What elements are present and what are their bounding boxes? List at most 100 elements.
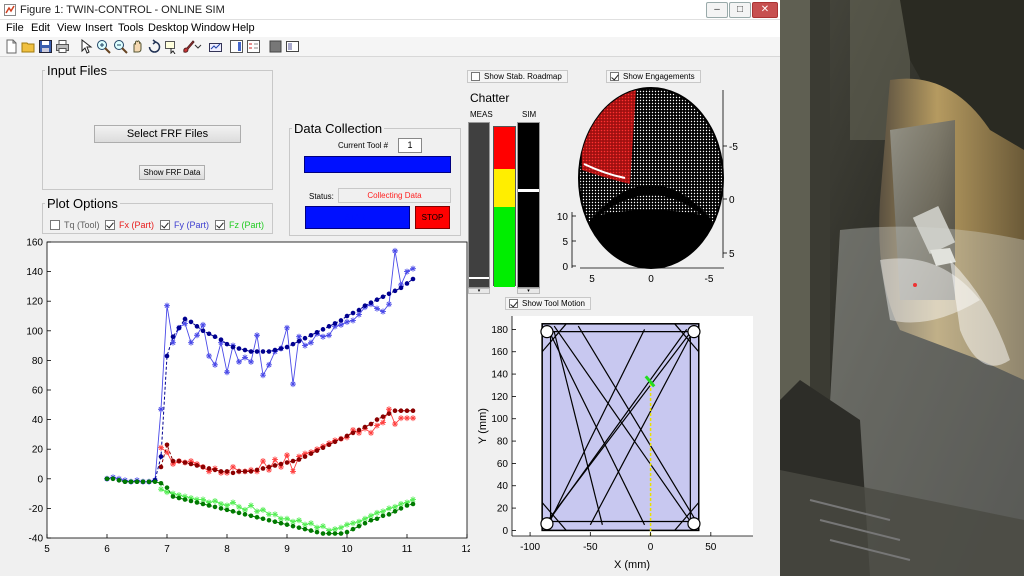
- fz-part-checkbox[interactable]: Fz (Part): [215, 220, 264, 230]
- force-chart-axes-background: [46, 241, 468, 539]
- close-button[interactable]: ✕: [752, 2, 778, 18]
- figure-toolbar: [0, 37, 780, 57]
- data-point-fz-part-simulated: [140, 479, 146, 485]
- legend-icon[interactable]: [246, 39, 261, 54]
- show-tool-motion-toggle[interactable]: Show Tool Motion: [505, 297, 591, 310]
- hide-plot-tools-icon[interactable]: [268, 39, 283, 54]
- data-point-fy-part-simulated: [368, 300, 374, 305]
- gauge-red-zone: [494, 127, 515, 169]
- data-point-fx-part-measured: [284, 452, 290, 459]
- data-point-fz-part-simulated: [152, 479, 158, 485]
- checkbox-unchecked[interactable]: [50, 220, 60, 230]
- status-label: Status:: [309, 192, 334, 201]
- data-point-fy-part-simulated: [194, 324, 200, 329]
- rotate-3d-icon[interactable]: [147, 39, 162, 54]
- data-point-fx-part-simulated: [296, 457, 302, 462]
- data-point-fy-part-measured: [338, 321, 344, 328]
- data-point-fy-part-simulated: [224, 341, 230, 347]
- data-point-fy-part-measured: [206, 352, 212, 359]
- data-point-fy-part-simulated: [332, 321, 338, 326]
- print-icon[interactable]: [55, 39, 70, 54]
- data-cursor-icon[interactable]: [164, 39, 179, 54]
- new-figure-icon[interactable]: [4, 39, 19, 54]
- zoom-in-icon[interactable]: [96, 39, 111, 54]
- checkbox-checked[interactable]: [215, 220, 225, 230]
- pan-icon[interactable]: [130, 39, 145, 54]
- fy-part-checkbox[interactable]: Fy (Part): [160, 220, 209, 230]
- data-point-fy-part-measured: [380, 308, 386, 315]
- data-point-fy-part-simulated: [188, 319, 194, 325]
- fx-part-checkbox[interactable]: Fx (Part): [105, 220, 154, 230]
- show-frf-data-button[interactable]: Show FRF Data: [139, 165, 205, 180]
- data-point-fy-part-simulated: [398, 285, 404, 291]
- data-point-fz-part-simulated: [248, 513, 254, 519]
- data-point-fx-part-simulated: [230, 470, 236, 476]
- start-button[interactable]: START: [305, 206, 410, 229]
- show-tool-motion-label: Show Tool Motion: [522, 299, 585, 308]
- stop-button[interactable]: STOP: [415, 206, 450, 229]
- current-tool-input[interactable]: 1: [398, 138, 422, 153]
- data-point-fx-part-simulated: [188, 461, 194, 467]
- maximize-button[interactable]: □: [729, 2, 751, 18]
- data-point-fz-part-simulated: [326, 531, 332, 536]
- data-point-fy-part-simulated: [350, 310, 356, 316]
- show-plot-tools-icon[interactable]: [285, 39, 300, 54]
- menu-help[interactable]: Help: [232, 22, 255, 34]
- minimize-button[interactable]: –: [706, 2, 728, 18]
- sim-scroll-arrow-icon[interactable]: ▾: [517, 288, 540, 294]
- data-point-fz-part-simulated: [338, 531, 344, 536]
- data-point-fy-part-measured: [242, 354, 248, 361]
- data-point-fx-part-simulated: [380, 414, 386, 419]
- tq-tool-checkbox[interactable]: Tq (Tool): [50, 220, 100, 230]
- zoom-out-icon[interactable]: [113, 39, 128, 54]
- save-icon[interactable]: [38, 39, 53, 54]
- data-point-fx-part-simulated: [278, 461, 284, 467]
- menu-edit[interactable]: Edit: [31, 22, 50, 34]
- menu-file[interactable]: File: [6, 22, 24, 34]
- data-point-fx-part-simulated: [170, 458, 176, 464]
- menu-desktop[interactable]: Desktop: [148, 22, 188, 34]
- checkbox-checked[interactable]: [160, 220, 170, 230]
- menu-tools[interactable]: Tools: [118, 22, 144, 34]
- meas-scroll-arrow-icon[interactable]: ▾: [468, 288, 490, 294]
- menu-window[interactable]: Window: [191, 22, 230, 34]
- data-point-fz-part-simulated: [218, 506, 224, 511]
- data-point-fz-part-measured: [302, 521, 308, 528]
- data-point-fz-part-simulated: [302, 526, 308, 532]
- y-tick-label: 0: [502, 526, 508, 537]
- checkbox-unchecked[interactable]: [471, 72, 480, 81]
- link-icon[interactable]: [208, 39, 223, 54]
- data-point-fy-part-measured: [386, 301, 392, 308]
- data-point-fz-part-measured: [350, 520, 356, 527]
- data-point-fz-part-measured: [338, 524, 344, 531]
- chevron-down-icon[interactable]: [194, 39, 202, 54]
- primary-action-button[interactable]: [304, 156, 451, 173]
- engagement-left-tick-label: 10: [557, 212, 569, 223]
- data-point-fz-part-measured: [266, 511, 272, 518]
- data-point-fz-part-simulated: [392, 509, 398, 514]
- data-point-fz-part-simulated: [368, 517, 374, 523]
- menu-view[interactable]: View: [57, 22, 81, 34]
- y-tick-label: 140: [26, 267, 43, 278]
- data-point-fz-part-simulated: [362, 520, 368, 526]
- cutting-force-chart: 5 6 7 8 9 10 11 12 -40 -20 0 20 40 60 80 100 120 140 160: [26, 238, 470, 556]
- data-point-fz-part-simulated: [188, 498, 194, 504]
- data-point-fx-part-simulated: [410, 408, 416, 414]
- data-point-fx-part-simulated: [386, 411, 392, 416]
- data-point-fz-part-simulated: [200, 501, 206, 507]
- y-tick-label: 160: [26, 238, 43, 249]
- open-file-icon[interactable]: [21, 39, 36, 54]
- status-field: Collecting Data: [338, 188, 451, 203]
- y-tick-label: 180: [491, 325, 508, 336]
- data-point-fz-part-simulated: [314, 529, 320, 535]
- menu-insert[interactable]: Insert: [85, 22, 113, 34]
- data-point-fy-part-simulated: [284, 344, 290, 350]
- pointer-icon[interactable]: [78, 39, 93, 54]
- select-frf-files-button[interactable]: Select FRF Files: [94, 125, 241, 143]
- checkbox-checked[interactable]: [105, 220, 115, 230]
- data-point-fy-part-simulated: [386, 291, 392, 297]
- colorbar-icon[interactable]: [229, 39, 244, 54]
- data-point-fy-part-simulated: [272, 347, 278, 353]
- checkbox-checked[interactable]: [509, 299, 518, 308]
- data-point-fx-part-simulated: [362, 424, 368, 430]
